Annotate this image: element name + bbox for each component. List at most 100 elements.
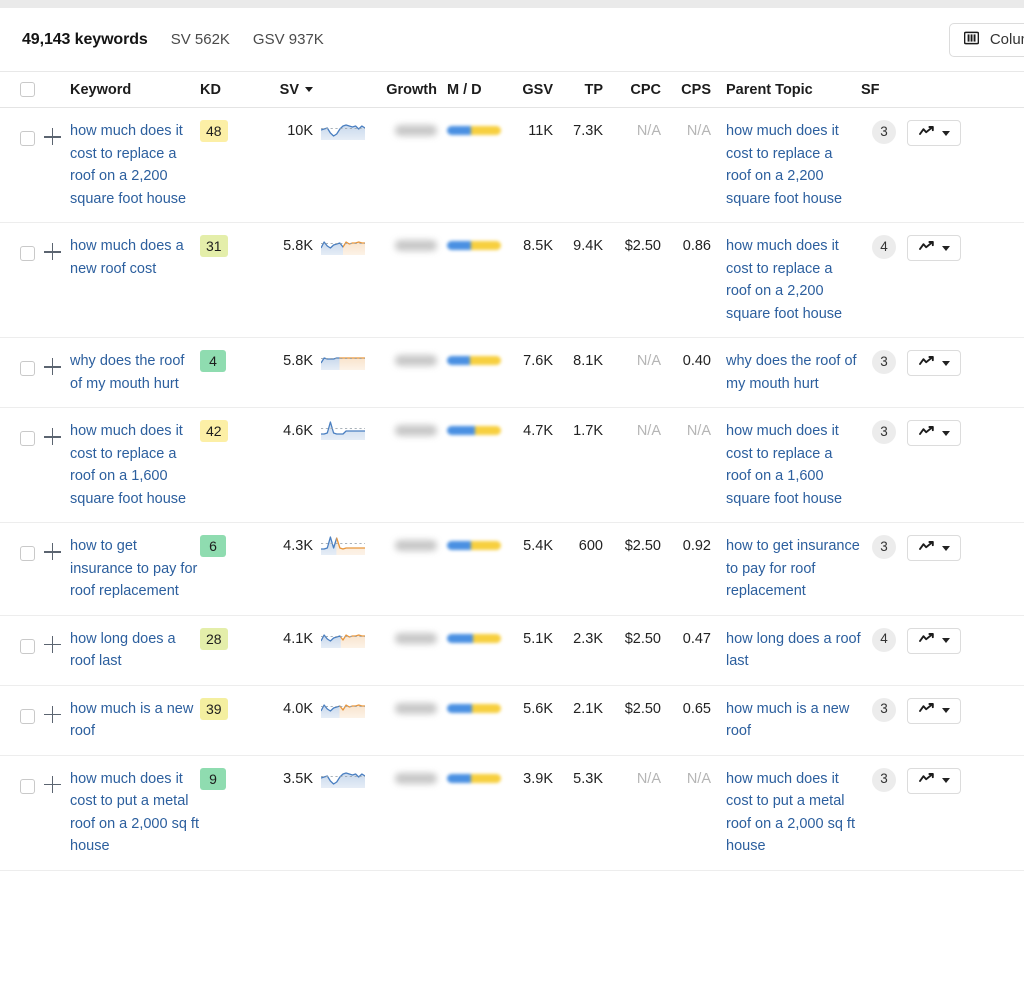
row-checkbox[interactable] [20,246,35,261]
header-growth[interactable]: Growth [371,82,437,98]
trend-chart-icon [918,537,934,560]
row-checkbox[interactable] [20,546,35,561]
table-row: how much is a new roof 39 4.0K 5.6K 2.1K $2.5… [0,686,1024,756]
select-all-checkbox[interactable] [20,82,35,97]
cps-value: N/A [686,770,711,787]
kd-cell: 6 [200,535,255,559]
gsv-value: 4.7K [523,423,553,439]
growth-value-redacted [395,125,437,136]
header-cps[interactable]: CPS [661,82,711,98]
parent-topic-link[interactable]: why does the roof of my mouth hurt [726,350,861,395]
plus-icon[interactable] [44,428,62,446]
table-row: how to get insurance to pay for roof rep… [0,523,1024,616]
serp-history-button[interactable] [907,350,961,376]
row-checkbox[interactable] [20,131,35,146]
header-md[interactable]: M / D [437,82,505,98]
keyword-link[interactable]: how much does a new roof cost [70,235,200,280]
header-sf[interactable]: SF [861,82,907,98]
serp-history-button[interactable] [907,535,961,561]
header-parent-topic[interactable]: Parent Topic [711,82,861,98]
cpc-value: $2.50 [624,700,661,717]
serp-history-button[interactable] [907,697,961,724]
keyword-link[interactable]: how much does it cost to replace a roof … [70,420,200,510]
kd-cell: 4 [200,350,255,374]
serp-history-button[interactable] [907,120,961,146]
keyword-link[interactable]: how much does it cost to put a metal roo… [70,768,200,858]
parent-topic-cell: how much does it cost to put a metal roo… [711,768,861,858]
keyword-cell: how much does it cost to put a metal roo… [70,768,200,858]
sv-value: 4.0K [283,700,313,717]
header-gsv[interactable]: GSV [505,82,553,98]
header-cpc[interactable]: CPC [603,82,661,98]
keyword-link[interactable]: how much does it cost to replace a roof … [70,120,200,210]
keyword-link[interactable]: how long does a roof last [70,628,200,673]
sf-badge: 4 [872,627,896,652]
md-split-bar [447,773,501,783]
parent-topic-link[interactable]: how much does it cost to replace a roof … [726,420,861,510]
parent-topic-link[interactable]: how much does it cost to replace a roof … [726,235,861,325]
md-split-bar [447,356,501,365]
plus-icon[interactable] [44,705,62,724]
plus-icon[interactable] [44,243,62,261]
plus-icon[interactable] [44,128,62,146]
sf-badge: 3 [872,767,896,792]
parent-topic-link[interactable]: how much does it cost to replace a roof … [726,120,861,210]
trend-sparkline [321,698,371,726]
sf-badge: 3 [872,697,896,722]
row-actions-cell [907,535,967,561]
row-checkbox[interactable] [20,778,35,794]
kd-cell: 48 [200,120,255,144]
cpc-value: N/A [636,770,661,787]
row-checkbox[interactable] [20,638,35,654]
serp-history-button[interactable] [907,627,961,654]
keyword-link[interactable]: why does the roof of my mouth hurt [70,350,200,395]
cps-value: N/A [686,423,711,439]
gsv-total: GSV 937K [252,30,324,48]
cpc-value: N/A [636,353,661,369]
trend-chart-icon [918,769,934,792]
header-tp[interactable]: TP [553,82,603,98]
plus-icon[interactable] [44,775,62,794]
keyword-explorer-table-view: 49,143 keywords SV 562K GSV 937K Columns [0,0,1024,1008]
chevron-down-icon [941,545,950,551]
row-actions-cell [907,235,967,261]
columns-button[interactable]: Columns [948,22,1024,57]
keyword-link[interactable]: how to get insurance to pay for roof rep… [70,535,200,603]
tp-value: 1.7K [573,423,603,439]
sf-badge: 3 [872,420,896,444]
row-checkbox[interactable] [20,361,35,376]
parent-topic-link[interactable]: how long does a roof last [726,628,861,673]
header-keyword[interactable]: Keyword [70,82,200,98]
chevron-down-icon [941,638,950,643]
md-split-bar [447,241,501,250]
table-row: how much does it cost to replace a roof … [0,108,1024,223]
growth-cell [371,235,437,259]
parent-topic-link[interactable]: how to get insurance to pay for roof rep… [726,535,861,603]
trend-sparkline-cell [313,350,371,378]
serp-history-button[interactable] [907,767,961,794]
header-row: Keyword KD SV Growth M / D GSV TP CPC CP… [0,72,1024,108]
chevron-down-icon [941,430,950,436]
parent-topic-link[interactable]: how much does it cost to put a metal roo… [726,768,861,858]
keyword-link[interactable]: how much is a new roof [70,698,200,743]
parent-topic-link[interactable]: how much is a new roof [726,698,861,743]
header-sv[interactable]: SV [255,82,313,98]
kd-badge: 9 [200,767,226,790]
trend-chart-icon [918,699,934,722]
row-select-cell [0,235,44,261]
row-checkbox[interactable] [20,431,35,446]
sv-total: SV 562K [170,30,230,48]
growth-value-redacted [395,540,437,551]
sv-value: 4.6K [283,423,313,439]
plus-icon[interactable] [44,358,62,376]
row-checkbox[interactable] [20,708,35,724]
cps-value: 0.92 [682,538,711,554]
serp-history-button[interactable] [907,235,961,261]
plus-icon[interactable] [44,635,62,654]
header-kd[interactable]: KD [200,82,255,98]
plus-icon[interactable] [44,543,62,561]
table-row: how much does it cost to put a metal roo… [0,756,1024,871]
serp-history-button[interactable] [907,420,961,446]
table-body: how much does it cost to replace a roof … [0,108,1024,871]
keywords-table: Keyword KD SV Growth M / D GSV TP CPC CP… [0,72,1024,871]
